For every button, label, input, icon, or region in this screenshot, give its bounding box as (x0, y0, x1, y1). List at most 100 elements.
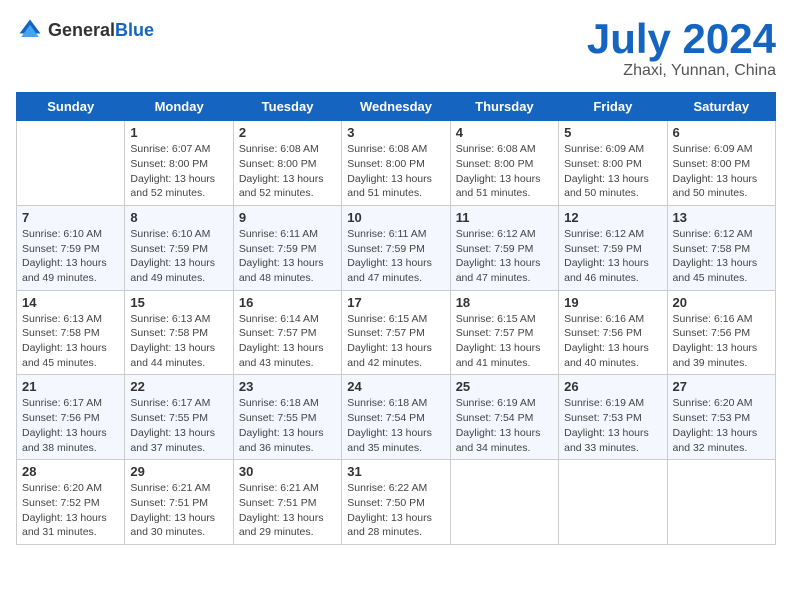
day-number: 26 (564, 379, 661, 394)
col-monday: Monday (125, 93, 233, 121)
day-number: 23 (239, 379, 336, 394)
cell-sun-info: Sunrise: 6:10 AMSunset: 7:59 PMDaylight:… (130, 227, 227, 286)
day-number: 9 (239, 210, 336, 225)
calendar-cell: 2 Sunrise: 6:08 AMSunset: 8:00 PMDaylight… (233, 121, 341, 206)
col-thursday: Thursday (450, 93, 558, 121)
logo-icon (16, 16, 44, 44)
day-number: 18 (456, 295, 553, 310)
cell-sun-info: Sunrise: 6:18 AMSunset: 7:55 PMDaylight:… (239, 396, 336, 455)
cell-sun-info: Sunrise: 6:21 AMSunset: 7:51 PMDaylight:… (130, 481, 227, 540)
calendar-cell: 15 Sunrise: 6:13 AMSunset: 7:58 PMDayligh… (125, 290, 233, 375)
logo-wordmark: GeneralBlue (48, 20, 154, 41)
day-number: 30 (239, 464, 336, 479)
day-number: 22 (130, 379, 227, 394)
calendar-week-row: 1 Sunrise: 6:07 AMSunset: 8:00 PMDaylight… (17, 121, 776, 206)
logo-blue-text: Blue (115, 20, 154, 40)
calendar-week-row: 7 Sunrise: 6:10 AMSunset: 7:59 PMDaylight… (17, 205, 776, 290)
calendar-cell: 4 Sunrise: 6:08 AMSunset: 8:00 PMDaylight… (450, 121, 558, 206)
day-number: 13 (673, 210, 770, 225)
cell-sun-info: Sunrise: 6:16 AMSunset: 7:56 PMDaylight:… (564, 312, 661, 371)
cell-sun-info: Sunrise: 6:13 AMSunset: 7:58 PMDaylight:… (130, 312, 227, 371)
calendar-cell: 13 Sunrise: 6:12 AMSunset: 7:58 PMDayligh… (667, 205, 775, 290)
cell-sun-info: Sunrise: 6:14 AMSunset: 7:57 PMDaylight:… (239, 312, 336, 371)
calendar-cell (17, 121, 125, 206)
calendar-cell: 31 Sunrise: 6:22 AMSunset: 7:50 PMDayligh… (342, 460, 450, 545)
calendar-cell: 21 Sunrise: 6:17 AMSunset: 7:56 PMDayligh… (17, 375, 125, 460)
calendar-cell: 29Sunrise: 6:21 AMSunset: 7:51 PMDayligh… (125, 460, 233, 545)
cell-sun-info: Sunrise: 6:19 AMSunset: 7:54 PMDaylight:… (456, 396, 553, 455)
title-block: July 2024 Zhaxi, Yunnan, China (587, 16, 776, 80)
calendar-cell (667, 460, 775, 545)
cell-sun-info: Sunrise: 6:07 AMSunset: 8:00 PMDaylight:… (130, 142, 227, 201)
col-friday: Friday (559, 93, 667, 121)
day-number: 21 (22, 379, 119, 394)
cell-sun-info: Sunrise: 6:12 AMSunset: 7:58 PMDaylight:… (673, 227, 770, 286)
cell-sun-info: Sunrise: 6:09 AMSunset: 8:00 PMDaylight:… (673, 142, 770, 201)
calendar-cell: 30 Sunrise: 6:21 AMSunset: 7:51 PMDayligh… (233, 460, 341, 545)
month-year-title: July 2024 (587, 16, 776, 62)
day-number: 6 (673, 125, 770, 140)
cell-sun-info: Sunrise: 6:08 AMSunset: 8:00 PMDaylight:… (456, 142, 553, 201)
cell-sun-info: Sunrise: 6:15 AMSunset: 7:57 PMDaylight:… (347, 312, 444, 371)
calendar-table: Sunday Monday Tuesday Wednesday Thursday… (16, 92, 776, 545)
day-number: 15 (130, 295, 227, 310)
calendar-cell: 10Sunrise: 6:11 AMSunset: 7:59 PMDayligh… (342, 205, 450, 290)
logo: GeneralBlue (16, 16, 154, 44)
calendar-cell: 24 Sunrise: 6:18 AMSunset: 7:54 PMDayligh… (342, 375, 450, 460)
calendar-cell: 1 Sunrise: 6:07 AMSunset: 8:00 PMDaylight… (125, 121, 233, 206)
cell-sun-info: Sunrise: 6:17 AMSunset: 7:55 PMDaylight:… (130, 396, 227, 455)
day-number: 31 (347, 464, 444, 479)
cell-sun-info: Sunrise: 6:20 AMSunset: 7:52 PMDaylight:… (22, 481, 119, 540)
cell-sun-info: Sunrise: 6:21 AMSunset: 7:51 PMDaylight:… (239, 481, 336, 540)
day-number: 7 (22, 210, 119, 225)
calendar-cell: 11Sunrise: 6:12 AMSunset: 7:59 PMDayligh… (450, 205, 558, 290)
day-number: 3 (347, 125, 444, 140)
cell-sun-info: Sunrise: 6:19 AMSunset: 7:53 PMDaylight:… (564, 396, 661, 455)
day-number: 4 (456, 125, 553, 140)
day-number: 8 (130, 210, 227, 225)
cell-sun-info: Sunrise: 6:08 AMSunset: 8:00 PMDaylight:… (239, 142, 336, 201)
calendar-cell: 6 Sunrise: 6:09 AMSunset: 8:00 PMDaylight… (667, 121, 775, 206)
cell-sun-info: Sunrise: 6:15 AMSunset: 7:57 PMDaylight:… (456, 312, 553, 371)
calendar-cell: 5Sunrise: 6:09 AMSunset: 8:00 PMDaylight… (559, 121, 667, 206)
day-number: 16 (239, 295, 336, 310)
page-header: GeneralBlue July 2024 Zhaxi, Yunnan, Chi… (16, 16, 776, 80)
day-number: 14 (22, 295, 119, 310)
cell-sun-info: Sunrise: 6:16 AMSunset: 7:56 PMDaylight:… (673, 312, 770, 371)
col-tuesday: Tuesday (233, 93, 341, 121)
cell-sun-info: Sunrise: 6:20 AMSunset: 7:53 PMDaylight:… (673, 396, 770, 455)
col-wednesday: Wednesday (342, 93, 450, 121)
calendar-cell: 27Sunrise: 6:20 AMSunset: 7:53 PMDayligh… (667, 375, 775, 460)
day-number: 1 (130, 125, 227, 140)
cell-sun-info: Sunrise: 6:11 AMSunset: 7:59 PMDaylight:… (347, 227, 444, 286)
calendar-cell: 8 Sunrise: 6:10 AMSunset: 7:59 PMDaylight… (125, 205, 233, 290)
calendar-cell: 25 Sunrise: 6:19 AMSunset: 7:54 PMDayligh… (450, 375, 558, 460)
day-number: 12 (564, 210, 661, 225)
cell-sun-info: Sunrise: 6:18 AMSunset: 7:54 PMDaylight:… (347, 396, 444, 455)
calendar-week-row: 28 Sunrise: 6:20 AMSunset: 7:52 PMDayligh… (17, 460, 776, 545)
calendar-header-row: Sunday Monday Tuesday Wednesday Thursday… (17, 93, 776, 121)
col-sunday: Sunday (17, 93, 125, 121)
col-saturday: Saturday (667, 93, 775, 121)
calendar-cell: 18 Sunrise: 6:15 AMSunset: 7:57 PMDayligh… (450, 290, 558, 375)
day-number: 5 (564, 125, 661, 140)
day-number: 17 (347, 295, 444, 310)
day-number: 19 (564, 295, 661, 310)
cell-sun-info: Sunrise: 6:11 AMSunset: 7:59 PMDaylight:… (239, 227, 336, 286)
day-number: 2 (239, 125, 336, 140)
cell-sun-info: Sunrise: 6:12 AMSunset: 7:59 PMDaylight:… (456, 227, 553, 286)
calendar-cell: 7Sunrise: 6:10 AMSunset: 7:59 PMDaylight… (17, 205, 125, 290)
day-number: 20 (673, 295, 770, 310)
calendar-cell: 19 Sunrise: 6:16 AMSunset: 7:56 PMDayligh… (559, 290, 667, 375)
day-number: 28 (22, 464, 119, 479)
logo-general-text: General (48, 20, 115, 40)
calendar-cell: 26 Sunrise: 6:19 AMSunset: 7:53 PMDayligh… (559, 375, 667, 460)
day-number: 24 (347, 379, 444, 394)
calendar-cell: 9 Sunrise: 6:11 AMSunset: 7:59 PMDaylight… (233, 205, 341, 290)
calendar-week-row: 14 Sunrise: 6:13 AMSunset: 7:58 PMDayligh… (17, 290, 776, 375)
cell-sun-info: Sunrise: 6:22 AMSunset: 7:50 PMDaylight:… (347, 481, 444, 540)
day-number: 25 (456, 379, 553, 394)
calendar-cell: 14Sunrise: 6:13 AMSunset: 7:58 PMDayligh… (17, 290, 125, 375)
cell-sun-info: Sunrise: 6:17 AMSunset: 7:56 PMDaylight:… (22, 396, 119, 455)
calendar-cell: 3Sunrise: 6:08 AMSunset: 8:00 PMDaylight… (342, 121, 450, 206)
